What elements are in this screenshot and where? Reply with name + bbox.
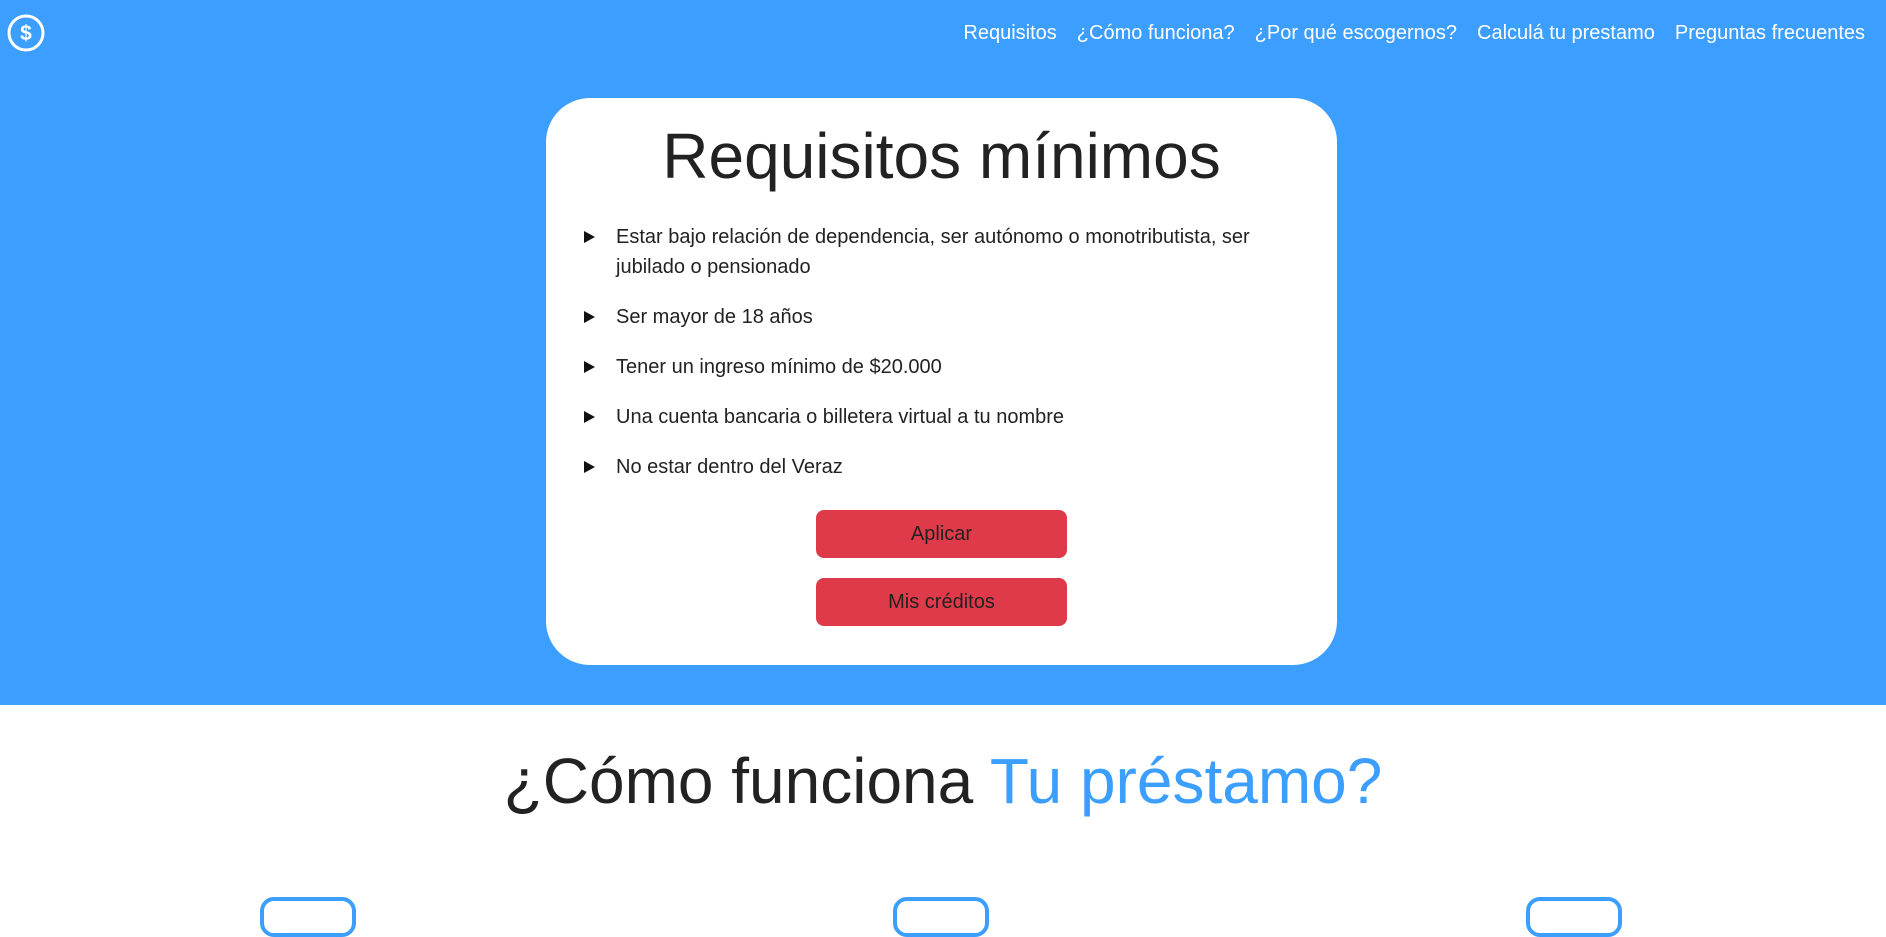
how-it-works-title: ¿Cómo funciona Tu préstamo?: [0, 745, 1886, 817]
nav-link-por-que-escogernos[interactable]: ¿Por qué escogernos?: [1255, 20, 1457, 46]
requirement-text: No estar dentro del Veraz: [616, 456, 843, 478]
step-card-2: [893, 897, 989, 937]
how-it-works-title-prefix: ¿Cómo funciona: [503, 745, 990, 817]
triangle-bullet-icon: [584, 411, 595, 423]
requirements-list: Estar bajo relación de dependencia, ser …: [584, 222, 1304, 502]
requirement-text: Ser mayor de 18 años: [616, 306, 813, 328]
nav-link-requisitos[interactable]: Requisitos: [963, 20, 1056, 46]
apply-button[interactable]: Aplicar: [816, 510, 1067, 558]
triangle-bullet-icon: [584, 461, 595, 473]
how-it-works-title-accent: Tu préstamo?: [989, 745, 1383, 817]
requirement-item: Tener un ingreso mínimo de $20.000: [584, 352, 1304, 382]
requirement-item: Ser mayor de 18 años: [584, 302, 1304, 332]
requirements-title: Requisitos mínimos: [662, 120, 1221, 192]
triangle-bullet-icon: [584, 231, 595, 243]
nav-link-como-funciona[interactable]: ¿Cómo funciona?: [1077, 20, 1235, 46]
step-card-3: [1526, 897, 1622, 937]
dollar-circle-icon[interactable]: $: [7, 14, 45, 52]
nav-link-calcula-prestamo[interactable]: Calculá tu prestamo: [1477, 20, 1655, 46]
requirement-text: Estar bajo relación de dependencia, ser …: [616, 226, 1250, 278]
triangle-bullet-icon: [584, 311, 595, 323]
requirement-item: Estar bajo relación de dependencia, ser …: [584, 222, 1304, 282]
nav-link-preguntas-frecuentes[interactable]: Preguntas frecuentes: [1675, 20, 1865, 46]
svg-text:$: $: [20, 22, 32, 45]
triangle-bullet-icon: [584, 361, 595, 373]
requirement-text: Una cuenta bancaria o billetera virtual …: [616, 406, 1065, 428]
my-credits-button[interactable]: Mis créditos: [816, 578, 1067, 626]
requirement-item: Una cuenta bancaria o billetera virtual …: [584, 402, 1304, 432]
step-card-1: [260, 897, 356, 937]
main-nav: Requisitos ¿Cómo funciona? ¿Por qué esco…: [963, 20, 1865, 46]
requirement-text: Tener un ingreso mínimo de $20.000: [616, 356, 942, 378]
requirement-item: No estar dentro del Veraz: [584, 452, 1304, 482]
